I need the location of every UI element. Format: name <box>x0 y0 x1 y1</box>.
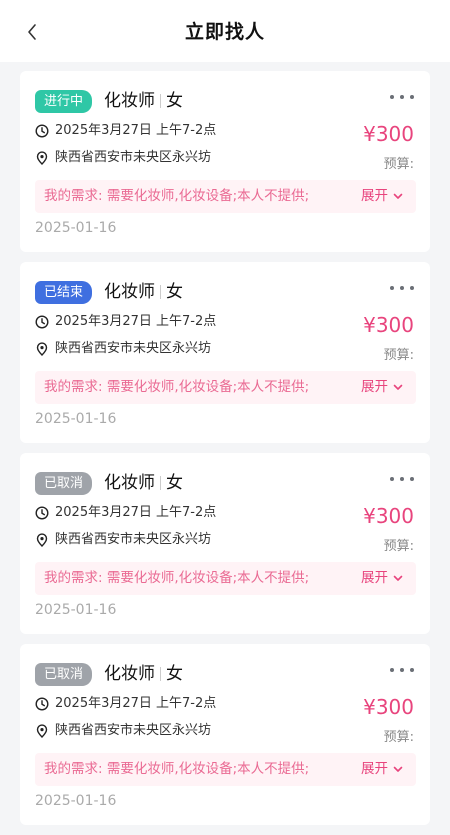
divider <box>160 476 161 490</box>
expand-button[interactable]: 展开 <box>361 562 403 595</box>
requirement-text: 我的需求: 需要化妆师,化妆设备;本人不提供; <box>44 379 310 395</box>
budget-label: 预算: <box>383 539 414 554</box>
requirement-text: 我的需求: 需要化妆师,化妆设备;本人不提供; <box>44 570 310 586</box>
service-time: 2025年3月27日 上午7-2点 <box>55 123 217 138</box>
gender: 女 <box>166 473 183 493</box>
more-button[interactable] <box>390 89 414 105</box>
expand-button[interactable]: 展开 <box>361 180 403 213</box>
clock-icon <box>35 697 49 711</box>
gender: 女 <box>166 91 183 111</box>
more-dots-icon <box>390 286 394 290</box>
service-address: 陕西省西安市未央区永兴坊 <box>55 532 212 547</box>
more-button[interactable] <box>390 280 414 296</box>
chevron-down-icon <box>393 193 403 199</box>
role-title: 化妆师 女 <box>104 471 183 495</box>
price: ¥300 <box>363 313 414 337</box>
more-dots-icon <box>410 286 414 290</box>
clock-icon <box>35 124 49 138</box>
time-row: 2025年3月27日 上午7-2点 <box>35 122 216 140</box>
address-row: 陕西省西安市未央区永兴坊 <box>35 340 211 358</box>
more-button[interactable] <box>390 662 414 678</box>
requirement-box: 我的需求: 需要化妆师,化妆设备;本人不提供; 展开 <box>35 753 416 786</box>
order-card[interactable]: 已结束 化妆师 女 2025年3月27日 上午7-2点 陕西省西安市未央区永兴坊… <box>20 262 430 443</box>
expand-label: 展开 <box>361 379 388 395</box>
time-row: 2025年3月27日 上午7-2点 <box>35 504 216 522</box>
price: ¥300 <box>363 504 414 528</box>
price: ¥300 <box>363 122 414 146</box>
requirement-text: 我的需求: 需要化妆师,化妆设备;本人不提供; <box>44 761 310 777</box>
budget-label: 预算: <box>383 348 414 363</box>
created-date: 2025-01-16 <box>35 793 117 809</box>
price: ¥300 <box>363 695 414 719</box>
more-dots-icon <box>390 668 394 672</box>
location-pin-icon <box>36 724 48 738</box>
requirement-box: 我的需求: 需要化妆师,化妆设备;本人不提供; 展开 <box>35 180 416 213</box>
divider <box>160 667 161 681</box>
clock-icon <box>35 506 49 520</box>
gender: 女 <box>166 664 183 684</box>
service-address: 陕西省西安市未央区永兴坊 <box>55 341 212 356</box>
order-list: 进行中 化妆师 女 2025年3月27日 上午7-2点 陕西省西安市未央区永兴坊… <box>0 71 450 835</box>
more-dots-icon <box>410 95 414 99</box>
more-dots-icon <box>400 95 404 99</box>
created-date: 2025-01-16 <box>35 220 117 236</box>
more-dots-icon <box>390 95 394 99</box>
page-title: 立即找人 <box>184 21 265 43</box>
expand-label: 展开 <box>361 761 388 777</box>
service-time: 2025年3月27日 上午7-2点 <box>55 505 217 520</box>
budget-label: 预算: <box>383 730 414 745</box>
requirement-box: 我的需求: 需要化妆师,化妆设备;本人不提供; 展开 <box>35 371 416 404</box>
expand-label: 展开 <box>361 188 388 204</box>
role-name: 化妆师 <box>104 282 155 302</box>
location-pin-icon <box>36 533 48 547</box>
gender: 女 <box>166 282 183 302</box>
requirement-text: 我的需求: 需要化妆师,化妆设备;本人不提供; <box>44 188 310 204</box>
role-name: 化妆师 <box>104 473 155 493</box>
top-bar: 立即找人 <box>0 0 450 62</box>
service-time: 2025年3月27日 上午7-2点 <box>55 696 217 711</box>
time-row: 2025年3月27日 上午7-2点 <box>35 313 216 331</box>
more-dots-icon <box>410 477 414 481</box>
location-pin-icon <box>36 342 48 356</box>
expand-label: 展开 <box>361 570 388 586</box>
order-card[interactable]: 已取消 化妆师 女 2025年3月27日 上午7-2点 陕西省西安市未央区永兴坊… <box>20 644 430 825</box>
address-row: 陕西省西安市未央区永兴坊 <box>35 149 211 167</box>
budget-label: 预算: <box>383 157 414 172</box>
chevron-down-icon <box>393 766 403 772</box>
role-name: 化妆师 <box>104 91 155 111</box>
address-row: 陕西省西安市未央区永兴坊 <box>35 531 211 549</box>
expand-button[interactable]: 展开 <box>361 753 403 786</box>
status-badge: 已取消 <box>35 663 93 686</box>
role-title: 化妆师 女 <box>104 280 183 304</box>
chevron-down-icon <box>393 575 403 581</box>
created-date: 2025-01-16 <box>35 602 117 618</box>
expand-button[interactable]: 展开 <box>361 371 403 404</box>
service-address: 陕西省西安市未央区永兴坊 <box>55 150 212 165</box>
more-dots-icon <box>400 668 404 672</box>
status-badge: 已取消 <box>35 472 93 495</box>
more-dots-icon <box>410 668 414 672</box>
more-button[interactable] <box>390 471 414 487</box>
location-pin-icon <box>36 151 48 165</box>
status-badge: 已结束 <box>35 281 93 304</box>
more-dots-icon <box>400 477 404 481</box>
requirement-box: 我的需求: 需要化妆师,化妆设备;本人不提供; 展开 <box>35 562 416 595</box>
more-dots-icon <box>390 477 394 481</box>
role-name: 化妆师 <box>104 664 155 684</box>
role-title: 化妆师 女 <box>104 662 183 686</box>
divider <box>160 94 161 108</box>
created-date: 2025-01-16 <box>35 411 117 427</box>
clock-icon <box>35 315 49 329</box>
address-row: 陕西省西安市未央区永兴坊 <box>35 722 211 740</box>
order-card[interactable]: 已取消 化妆师 女 2025年3月27日 上午7-2点 陕西省西安市未央区永兴坊… <box>20 453 430 634</box>
more-dots-icon <box>400 286 404 290</box>
role-title: 化妆师 女 <box>104 89 183 113</box>
service-time: 2025年3月27日 上午7-2点 <box>55 314 217 329</box>
service-address: 陕西省西安市未央区永兴坊 <box>55 723 212 738</box>
status-badge: 进行中 <box>35 90 93 113</box>
chevron-down-icon <box>393 384 403 390</box>
time-row: 2025年3月27日 上午7-2点 <box>35 695 216 713</box>
divider <box>160 285 161 299</box>
order-card[interactable]: 进行中 化妆师 女 2025年3月27日 上午7-2点 陕西省西安市未央区永兴坊… <box>20 71 430 252</box>
